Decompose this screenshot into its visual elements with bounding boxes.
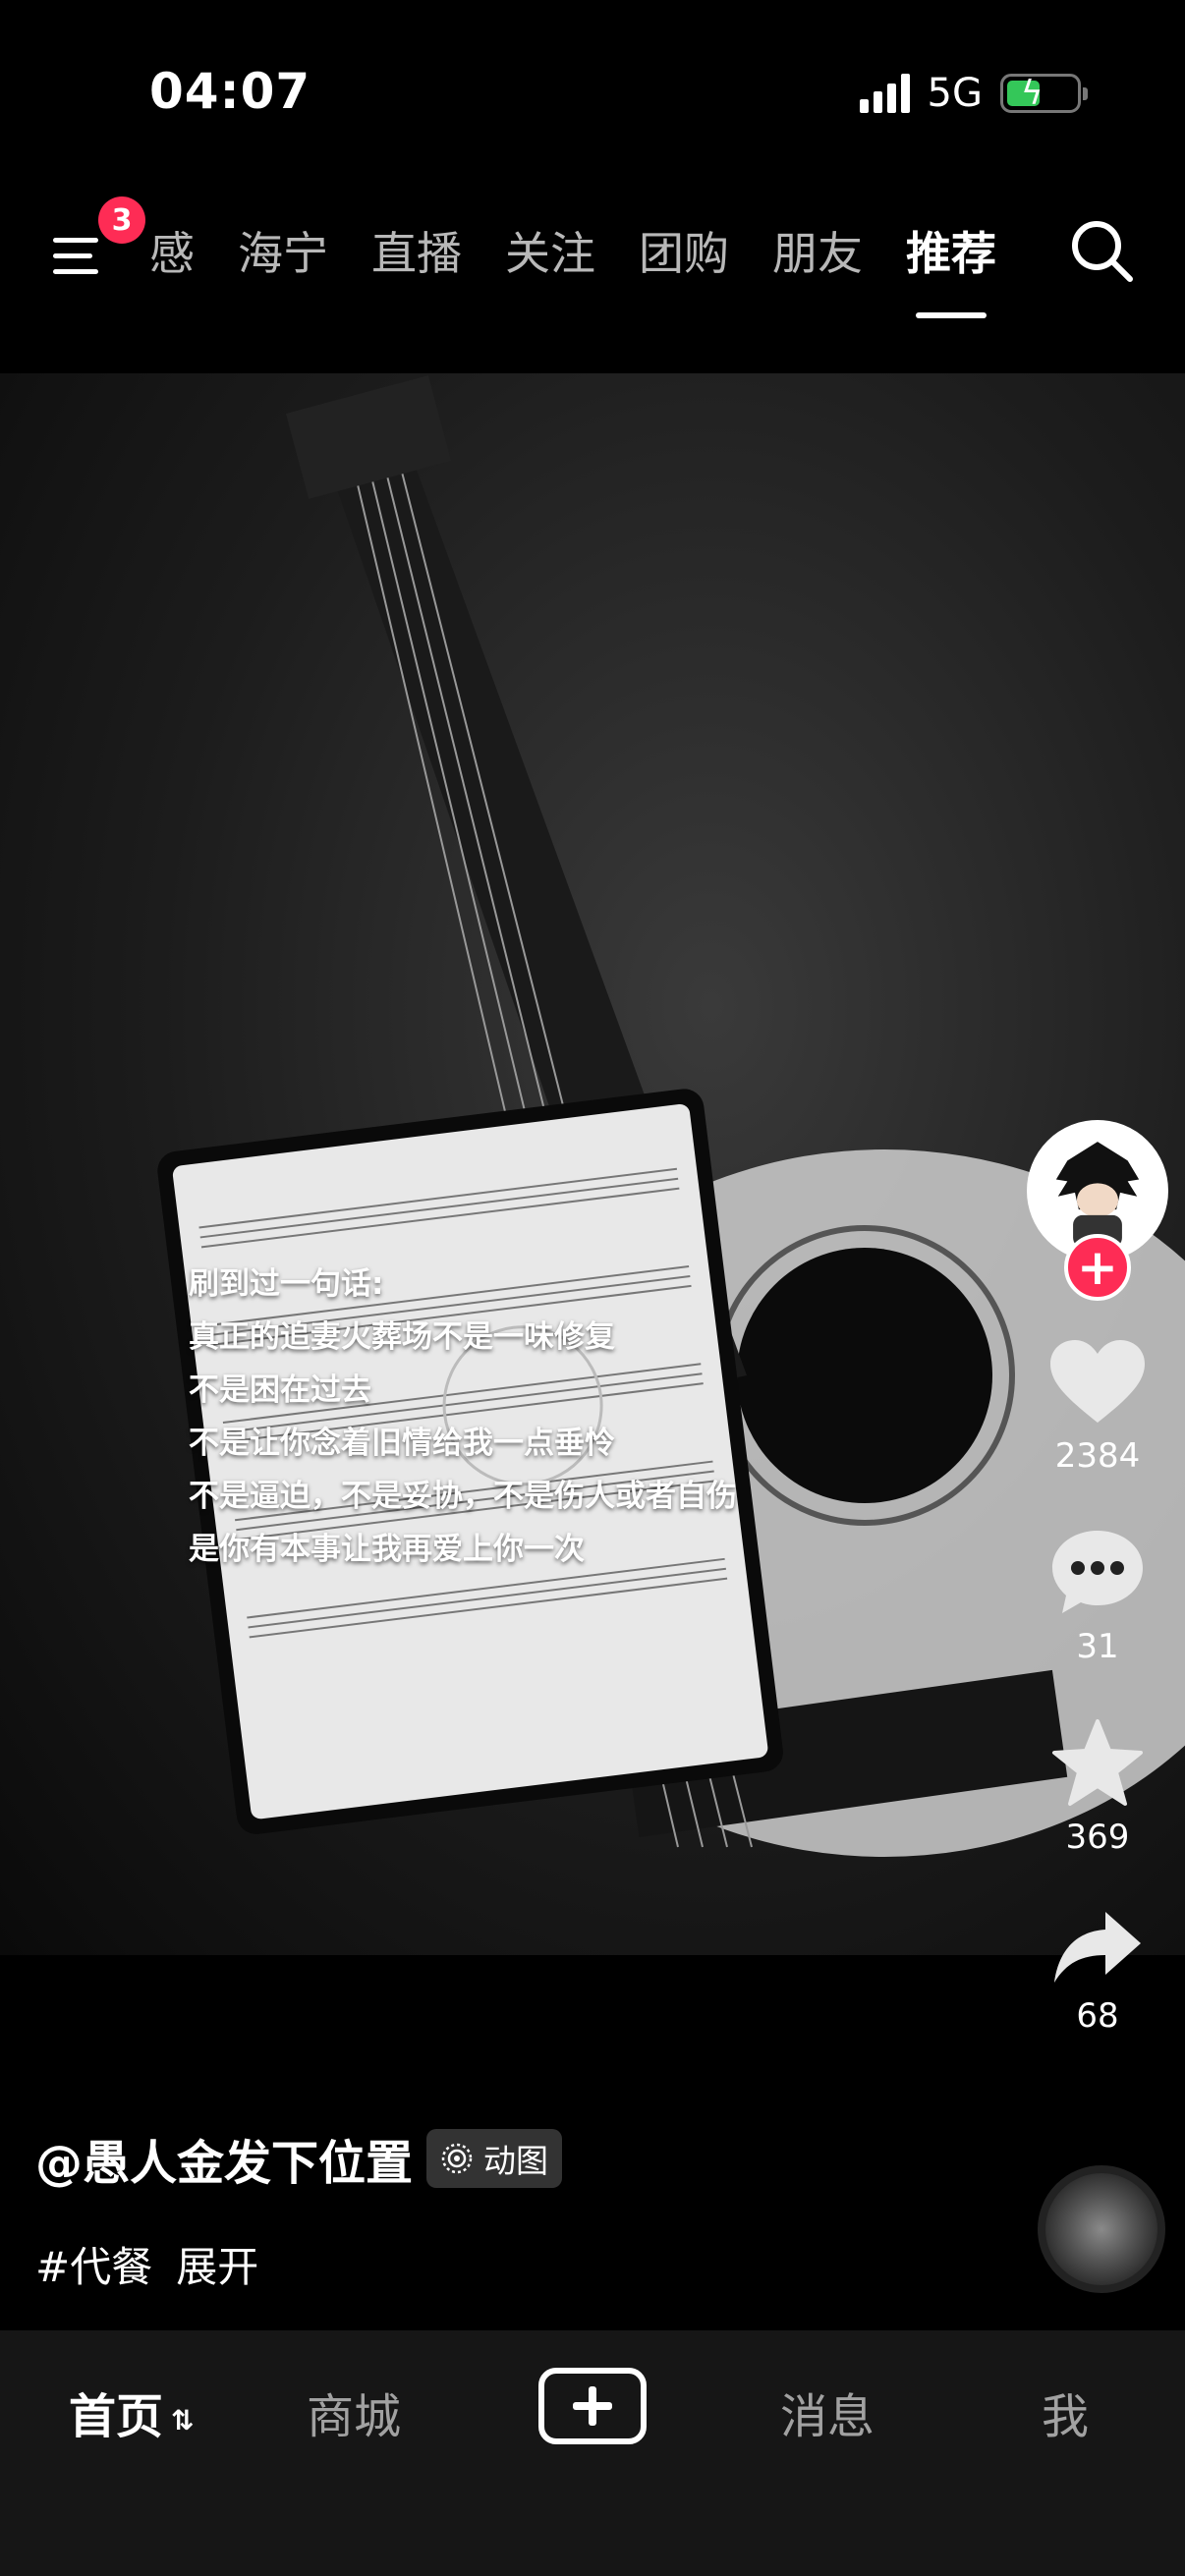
nav-home[interactable]: 首页 ⇅ [69, 2378, 194, 2446]
video-player[interactable]: 刷到过一句话: 真正的追妻火葬场不是一味修复 不是困在过去 不是让你念着旧情给我… [0, 373, 1185, 1955]
tab-haining[interactable]: 海宁 [238, 218, 328, 283]
share-icon[interactable] [1050, 1908, 1145, 1987]
overlay-line: 真正的追妻火葬场不是一味修复 [189, 1319, 615, 1355]
video-overlay-text: 刷到过一句话: 真正的追妻火葬场不是一味修复 不是困在过去 不是让你念着旧情给我… [189, 1258, 737, 1576]
search-icon[interactable] [1067, 216, 1136, 285]
nav-messages[interactable]: 消息 [780, 2378, 875, 2446]
bottom-nav: 首页 ⇅ 商城 消息 我 [0, 2330, 1185, 2576]
expand-link[interactable]: 展开 [176, 2234, 258, 2294]
signal-icon [859, 74, 910, 113]
share-action[interactable]: 68 [1050, 1908, 1145, 2036]
comment-action[interactable]: 31 [1048, 1527, 1147, 1666]
favorite-count: 369 [1065, 1818, 1130, 1857]
video-frame-guitar [157, 375, 1185, 1857]
animated-chip: 动图 [426, 2129, 563, 2188]
author-row: @愚人金发下位置 动图 [35, 2124, 563, 2193]
author-name[interactable]: @愚人金发下位置 [35, 2124, 413, 2193]
video-caption: @愚人金发下位置 动图 #代餐 展开 [35, 2124, 563, 2294]
top-nav: 3 感 海宁 直播 关注 团购 朋友 推荐 [0, 196, 1185, 318]
feed-tabs: 感 海宁 直播 关注 团购 朋友 推荐 [149, 218, 996, 318]
status-time: 04:07 [149, 63, 311, 120]
star-icon[interactable] [1050, 1717, 1145, 1808]
swap-arrows-icon: ⇅ [171, 2403, 195, 2436]
battery-icon: ϟ [1000, 74, 1088, 113]
comment-icon[interactable] [1048, 1527, 1147, 1617]
tab-following[interactable]: 关注 [505, 218, 595, 283]
nav-mall[interactable]: 商城 [307, 2378, 401, 2446]
overlay-line: 不是逼迫，不是妥协，不是伤人或者自伤 [189, 1479, 737, 1514]
like-action[interactable]: 2384 [1048, 1338, 1147, 1476]
overlay-line: 是你有本事让我再爱上你一次 [189, 1532, 585, 1567]
favorite-action[interactable]: 369 [1050, 1717, 1145, 1857]
nav-me[interactable]: 我 [1042, 2378, 1089, 2446]
notification-badge: 3 [98, 196, 145, 244]
tab-friends[interactable]: 朋友 [772, 218, 863, 283]
nav-home-label: 首页 [69, 2389, 164, 2444]
tab-group-buy[interactable]: 团购 [639, 218, 729, 283]
tab-recommended[interactable]: 推荐 [906, 218, 996, 318]
author-avatar-wrap: + [1027, 1120, 1168, 1301]
share-count: 68 [1076, 1996, 1119, 2036]
status-indicators: 5G ϟ [859, 71, 1088, 116]
comment-count: 31 [1076, 1627, 1119, 1666]
overlay-line: 刷到过一句话: [189, 1266, 384, 1302]
heart-icon[interactable] [1048, 1338, 1147, 1427]
hashtag-link[interactable]: #代餐 [35, 2234, 152, 2294]
network-type: 5G [927, 71, 983, 116]
action-rail: + 2384 31 369 68 [1024, 1120, 1171, 2036]
description-row: #代餐 展开 [35, 2234, 562, 2294]
create-button[interactable] [538, 2368, 647, 2444]
animation-icon [441, 2143, 473, 2174]
like-count: 2384 [1054, 1436, 1141, 1476]
tab-gan[interactable]: 感 [149, 218, 195, 283]
follow-button[interactable]: + [1064, 1234, 1131, 1301]
overlay-line: 不是困在过去 [189, 1372, 371, 1408]
tab-live[interactable]: 直播 [371, 218, 462, 283]
music-disc-icon[interactable] [1038, 2165, 1165, 2293]
animated-chip-label: 动图 [483, 2142, 549, 2180]
menu-button[interactable] [49, 226, 108, 285]
plus-icon [573, 2386, 612, 2426]
overlay-line: 不是让你念着旧情给我一点垂怜 [189, 1426, 615, 1461]
